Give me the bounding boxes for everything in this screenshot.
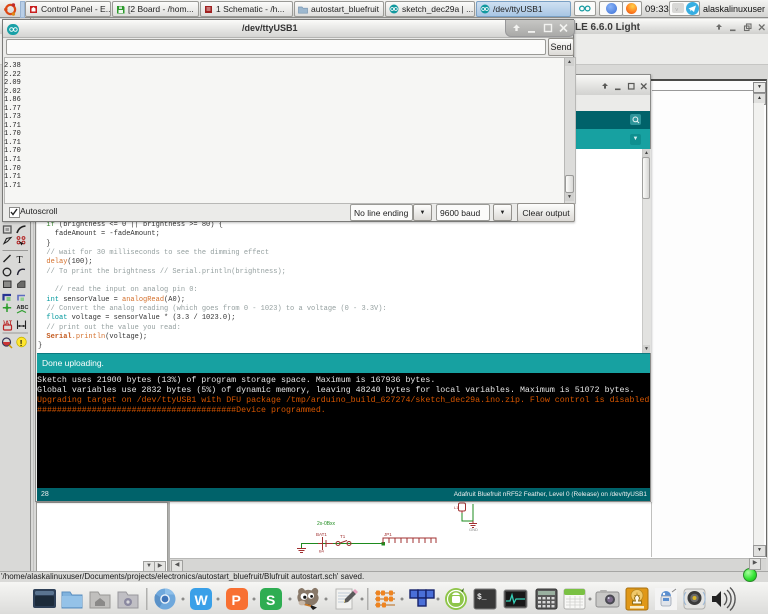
svg-text:JP1: JP1 [384,532,392,537]
svg-text:$_: $_ [477,593,487,602]
svg-text:W: W [195,592,209,608]
svg-text:T1: T1 [340,534,346,539]
svg-text:L1: L1 [454,505,459,510]
svg-text:BAT1: BAT1 [316,532,327,537]
svg-text:S: S [266,592,275,608]
svg-text:P: P [232,592,241,608]
svg-text:GND: GND [469,527,478,532]
svg-text:2x-0Bxx: 2x-0Bxx [317,521,336,527]
svg-text:B4: B4 [319,549,325,554]
